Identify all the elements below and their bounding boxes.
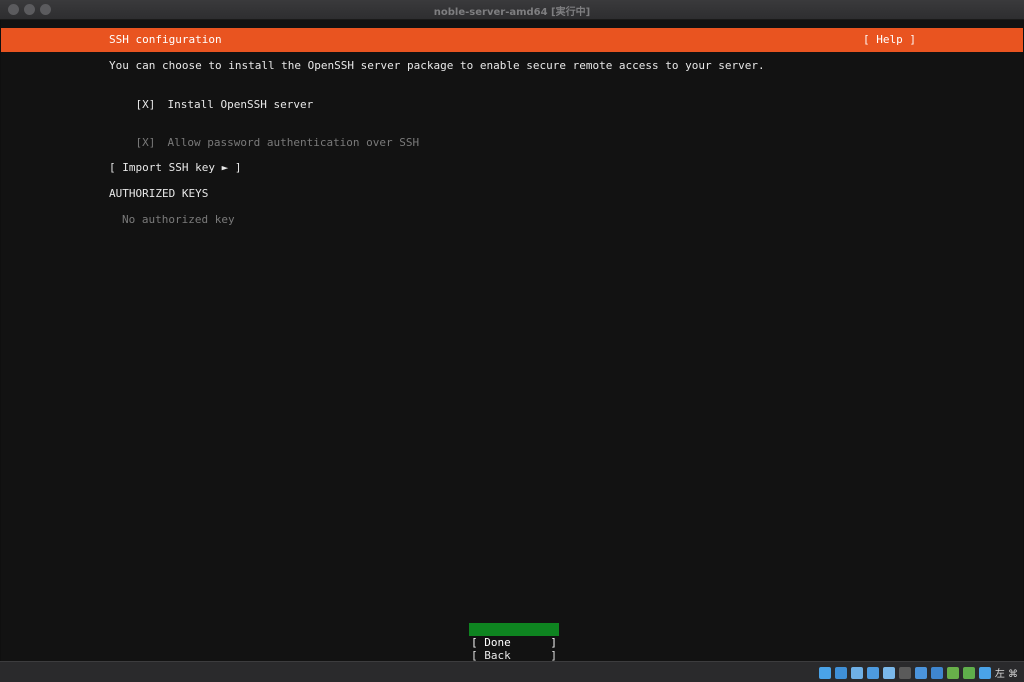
audio-icon[interactable] — [850, 666, 863, 679]
vm-statusbar: 左 ⌘ — [0, 661, 1024, 682]
checkbox-mark: [X] — [135, 136, 156, 149]
display-icon[interactable] — [914, 666, 927, 679]
install-openssh-checkbox[interactable]: [X] Install OpenSSH server — [109, 85, 314, 124]
back-button[interactable]: [ Back] — [469, 636, 559, 662]
allow-password-auth-checkbox: [X] Allow password authentication over SS… — [109, 123, 420, 162]
checkbox-mark: [X] — [135, 98, 156, 111]
import-ssh-key-button[interactable]: [ Import SSH key ► ] — [109, 161, 241, 174]
status-tray: 左 ⌘ — [818, 665, 1018, 680]
mouse-integration-icon[interactable] — [978, 666, 991, 679]
hard-disk-icon[interactable] — [818, 666, 831, 679]
help-button[interactable]: [ Help ] — [863, 33, 916, 46]
done-button[interactable]: [ Done] — [469, 623, 559, 649]
intro-text: You can choose to install the OpenSSH se… — [109, 59, 765, 72]
optical-drive-icon[interactable] — [834, 666, 847, 679]
video-capture-icon[interactable] — [930, 666, 943, 679]
usb-icon[interactable] — [882, 666, 895, 679]
cpu-icon[interactable] — [962, 666, 975, 679]
window-title: noble-server-amd64 [実行中] — [433, 7, 591, 18]
no-authorized-key-text: No authorized key — [122, 213, 235, 226]
host-key-indicator: 左 ⌘ — [994, 669, 1018, 680]
network-icon[interactable] — [866, 666, 879, 679]
recording-icon[interactable] — [946, 666, 959, 679]
installer-header: SSH configuration [ Help ] — [1, 28, 1023, 52]
shared-folder-icon[interactable] — [898, 666, 911, 679]
checkbox-label: Allow password authentication over SSH — [167, 136, 420, 149]
page-title: SSH configuration — [109, 33, 222, 46]
authorized-keys-heading: AUTHORIZED KEYS — [109, 187, 209, 200]
checkbox-label: Install OpenSSH server — [167, 98, 314, 111]
vm-screen[interactable]: SSH configuration [ Help ] You can choos… — [1, 20, 1023, 662]
window-titlebar: noble-server-amd64 [実行中] — [0, 0, 1024, 20]
